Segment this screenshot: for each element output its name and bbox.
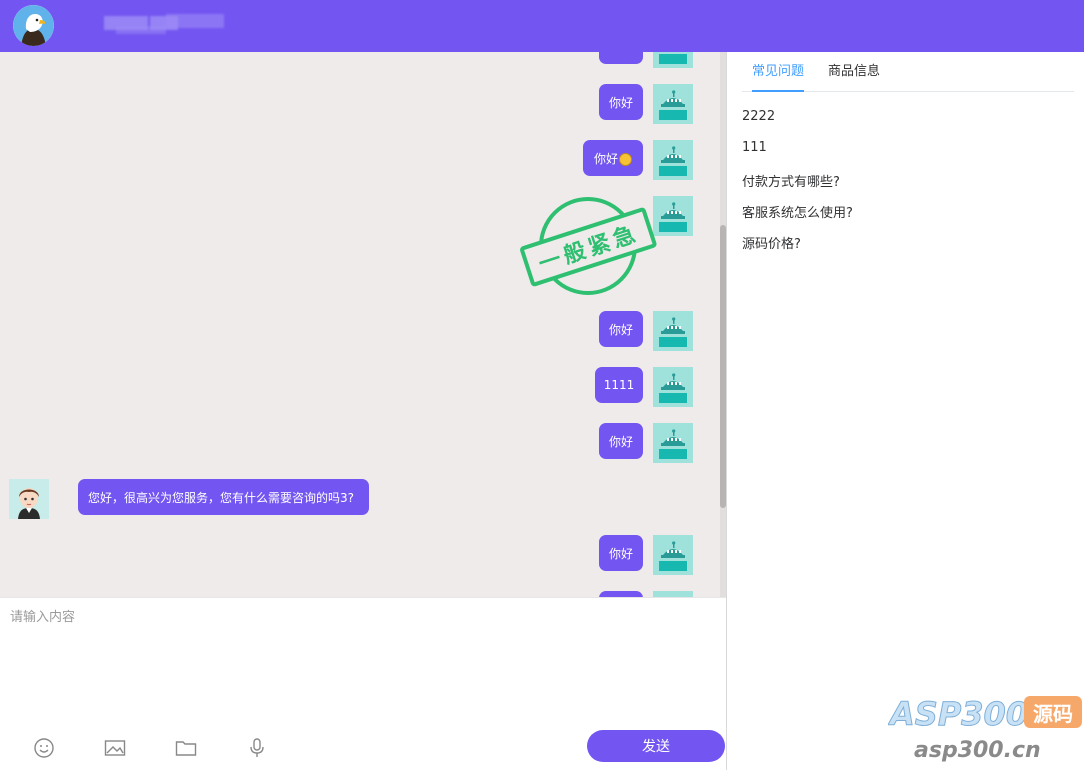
asp300-watermark-logo: ASP300 源码 asp300.cn bbox=[888, 695, 1082, 763]
robot-avatar-icon bbox=[653, 52, 693, 68]
message-bubble: 你好 bbox=[583, 140, 643, 176]
faq-item[interactable]: 付款方式有哪些? bbox=[742, 171, 840, 190]
message-bubble: 你好 bbox=[599, 423, 643, 459]
robot-avatar-icon bbox=[653, 367, 693, 407]
send-button[interactable]: 发送 bbox=[587, 730, 725, 762]
tab-product-info[interactable]: 商品信息 bbox=[828, 52, 880, 92]
agent-message-bubble: 您好，很高兴为您服务，您有什么需要咨询的吗3? bbox=[78, 479, 369, 515]
message-bubble: 你好 bbox=[599, 535, 643, 571]
eagle-logo-icon bbox=[13, 5, 54, 46]
agent-avatar-icon bbox=[9, 479, 49, 519]
faq-item[interactable]: 2222 bbox=[742, 109, 775, 124]
message-bubble: 你好 bbox=[599, 84, 643, 120]
blurred-title bbox=[104, 14, 224, 36]
robot-avatar-icon bbox=[653, 311, 693, 351]
app-window: 你好 你好 你好 1111 你好 你好 一般紧急 您好，很高兴为您服务，您有什么… bbox=[0, 0, 1084, 770]
message-bubble: 1111 bbox=[595, 367, 643, 403]
robot-avatar-icon bbox=[653, 196, 693, 236]
emoji-icon[interactable] bbox=[32, 736, 56, 760]
robot-avatar-icon bbox=[653, 423, 693, 463]
top-bar bbox=[0, 0, 1084, 52]
robot-avatar-icon bbox=[653, 84, 693, 124]
image-icon[interactable] bbox=[103, 736, 127, 760]
robot-avatar-icon bbox=[653, 535, 693, 575]
side-tabs: 常见问题 商品信息 bbox=[742, 52, 1074, 92]
svg-text:asp300.cn: asp300.cn bbox=[914, 738, 1041, 763]
tab-faq[interactable]: 常见问题 bbox=[752, 52, 805, 92]
chat-messages[interactable]: 你好 你好 你好 1111 你好 你好 bbox=[0, 52, 726, 597]
svg-text:ASP300: ASP300 bbox=[888, 695, 1028, 733]
side-panel: 常见问题 商品信息 2222 111 付款方式有哪些? 客服系统怎么使用? 源码… bbox=[727, 52, 1084, 770]
robot-avatar-icon bbox=[653, 140, 693, 180]
faq-item[interactable]: 源码价格? bbox=[742, 233, 801, 252]
message-composer: 发送 bbox=[0, 597, 726, 770]
faq-item[interactable]: 111 bbox=[742, 140, 767, 155]
message-bubble bbox=[599, 52, 643, 64]
message-bubble: 你好 bbox=[599, 311, 643, 347]
microphone-icon[interactable] bbox=[245, 736, 269, 760]
folder-icon[interactable] bbox=[174, 736, 198, 760]
urgent-stamp-image: 一般紧急 bbox=[520, 197, 657, 295]
message-input[interactable] bbox=[0, 598, 726, 723]
smile-emoji-icon bbox=[619, 152, 632, 166]
faq-item[interactable]: 客服系统怎么使用? bbox=[742, 202, 853, 221]
message-text: 你好 bbox=[593, 151, 618, 166]
svg-text:源码: 源码 bbox=[1033, 702, 1073, 726]
